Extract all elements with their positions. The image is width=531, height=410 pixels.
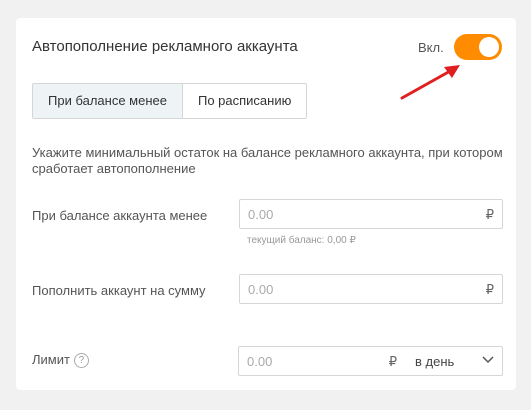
limit-period-value: в день [415,354,455,369]
limit-input[interactable] [239,347,405,375]
topup-field: ₽ [239,274,503,304]
card-title: Автопополнение рекламного аккаунта [32,38,298,55]
tab-schedule[interactable]: По расписанию [182,84,307,118]
ruble-icon: ₽ [388,354,397,369]
limit-period-select[interactable]: в день [405,346,503,376]
tab-balance-below[interactable]: При балансе менее [33,84,183,118]
red-arrow-icon [400,65,460,100]
threshold-field: ₽ [239,199,503,229]
current-balance-text: текущий баланс: 0,00 ₽ [247,235,356,246]
ruble-icon: ₽ [485,207,494,222]
limit-field: ₽ [238,346,406,376]
toggle-label: Вкл. [418,40,444,55]
autopay-card: Автопополнение рекламного аккаунта Вкл. … [16,18,516,390]
threshold-label: При балансе аккаунта менее [32,208,208,223]
chevron-down-icon [482,356,494,364]
limit-label-row: Лимит? [32,352,89,369]
autopay-toggle[interactable] [454,34,502,60]
ruble-icon: ₽ [485,282,494,297]
toggle-knob [479,37,499,57]
help-icon[interactable]: ? [73,353,89,369]
mode-tabs: При балансе менее По расписанию [32,83,308,119]
topup-input[interactable] [240,275,502,303]
instruction-text: Укажите минимальный остаток на балансе р… [32,145,503,176]
limit-label: Лимит [32,352,70,367]
topup-label: Пополнить аккаунт на сумму [32,283,206,298]
threshold-input[interactable] [240,200,502,228]
